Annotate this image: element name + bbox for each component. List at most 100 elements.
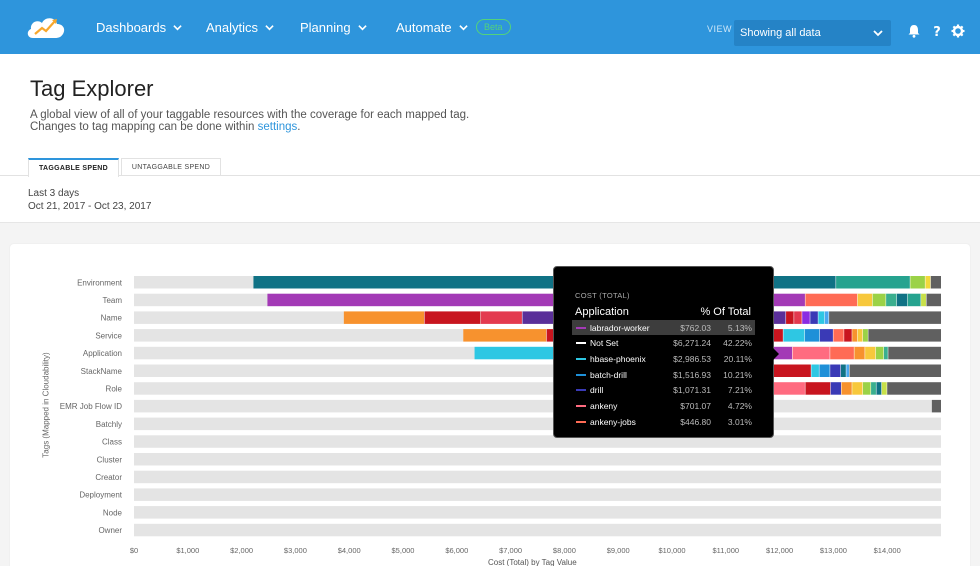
- bar-segment[interactable]: [910, 276, 926, 289]
- tooltip-row-cost: $6,271.24: [673, 338, 711, 349]
- bar-segment[interactable]: [849, 364, 941, 378]
- bar-segment[interactable]: [824, 311, 830, 324]
- legend-swatch: [576, 389, 586, 392]
- bar-segment[interactable]: [921, 293, 927, 307]
- bar-segment[interactable]: [886, 293, 897, 307]
- bar-segment[interactable]: [836, 276, 911, 289]
- tooltip-row: ankeny $701.07 4.72%: [572, 399, 755, 414]
- bar-segment[interactable]: [868, 329, 941, 342]
- bar-segment[interactable]: [857, 293, 873, 307]
- bar-segment[interactable]: [871, 382, 877, 395]
- bar-segment[interactable]: [805, 293, 858, 307]
- bar-segment[interactable]: [768, 364, 812, 378]
- bar-segment[interactable]: [424, 311, 482, 324]
- tooltip-col-name: Application: [575, 306, 629, 318]
- bar-segment[interactable]: [876, 382, 882, 395]
- bar-segment[interactable]: [833, 329, 845, 342]
- bar-segment[interactable]: [134, 470, 941, 484]
- bar-segment[interactable]: [881, 382, 888, 395]
- bar-segment[interactable]: [841, 382, 853, 395]
- bar-segment[interactable]: [768, 382, 806, 395]
- tooltip-pointer: [773, 348, 779, 360]
- bar-segment[interactable]: [134, 506, 941, 519]
- bar-segment[interactable]: [134, 523, 941, 537]
- bar-segment[interactable]: [786, 311, 795, 324]
- bar-segment[interactable]: [844, 329, 853, 342]
- bar-segment[interactable]: [888, 346, 941, 360]
- bar-segment[interactable]: [819, 329, 834, 342]
- bar-segment[interactable]: [811, 364, 820, 378]
- bar-segment[interactable]: [887, 382, 941, 395]
- bar-segment[interactable]: [794, 311, 803, 324]
- bar-segment[interactable]: [931, 399, 941, 413]
- x-tick-label: $11,000: [713, 546, 740, 555]
- bar-segment[interactable]: [481, 311, 523, 324]
- bar-segment[interactable]: [854, 346, 866, 360]
- bar-segment[interactable]: [883, 346, 889, 360]
- bar-segment[interactable]: [805, 382, 831, 395]
- bar-segment[interactable]: [840, 364, 847, 378]
- tooltip-row-cost: $1,516.93: [673, 369, 711, 380]
- tooltip-row-name: labrador-worker: [590, 322, 650, 333]
- bar-segment[interactable]: [134, 346, 475, 360]
- bar-segment[interactable]: [862, 382, 872, 395]
- bar-segment[interactable]: [134, 417, 941, 431]
- bar-segment[interactable]: [852, 382, 863, 395]
- bar-segment[interactable]: [134, 399, 932, 413]
- bar-segment[interactable]: [830, 382, 842, 395]
- chart-tooltip: COST (TOTAL) Application % Of Total labr…: [553, 266, 774, 438]
- bar-segment[interactable]: [783, 329, 805, 342]
- bar-segment[interactable]: [818, 311, 825, 324]
- x-tick-label: $0: [130, 546, 138, 555]
- bar-segment[interactable]: [926, 293, 941, 307]
- tooltip-row-name: ankeny: [590, 401, 618, 411]
- y-axis-label: Tags (Mapped in Cloudability): [41, 352, 51, 458]
- y-tick-label: Cluster: [97, 455, 123, 464]
- bar-segment[interactable]: [829, 311, 941, 324]
- bar-segment[interactable]: [134, 453, 941, 466]
- bar-segment[interactable]: [134, 311, 344, 324]
- bar-segment[interactable]: [804, 329, 820, 342]
- bar-segment[interactable]: [134, 435, 941, 448]
- bar-segment[interactable]: [875, 346, 884, 360]
- bar-segment[interactable]: [857, 329, 863, 342]
- y-tick-label: StackName: [81, 367, 123, 376]
- bar-segment[interactable]: [810, 311, 819, 324]
- bar-segment[interactable]: [802, 311, 811, 324]
- bar-segment[interactable]: [134, 293, 268, 307]
- bar-segment[interactable]: [862, 329, 869, 342]
- tooltip-row-pct: 7.21%: [727, 385, 752, 396]
- x-tick-label: $12,000: [766, 546, 793, 555]
- tooltip-row-pct: 20.11%: [723, 353, 752, 364]
- legend-swatch: [576, 342, 586, 345]
- bar-segment[interactable]: [872, 293, 887, 307]
- y-tick-label: Creator: [95, 473, 122, 482]
- bar-segment[interactable]: [343, 311, 425, 324]
- tooltip-row-pct: 10.21%: [723, 369, 752, 380]
- bar-segment[interactable]: [907, 293, 922, 307]
- tooltip-row: drill $1,071.31 7.21%: [572, 383, 755, 398]
- legend-swatch: [576, 357, 586, 360]
- bar-segment[interactable]: [134, 488, 941, 501]
- x-tick-label: $7,000: [499, 546, 522, 555]
- bar-segment[interactable]: [896, 293, 908, 307]
- bar-segment[interactable]: [852, 329, 858, 342]
- bar-segment[interactable]: [865, 346, 876, 360]
- bar-segment[interactable]: [830, 364, 841, 378]
- bar-segment[interactable]: [830, 346, 855, 360]
- x-tick-label: $9,000: [607, 546, 630, 555]
- bar-segment[interactable]: [463, 329, 547, 342]
- tooltip-row-cost: $701.07: [680, 401, 711, 411]
- y-tick-label: Deployment: [79, 491, 122, 500]
- bar-segment[interactable]: [925, 276, 931, 289]
- y-tick-label: Team: [102, 296, 122, 305]
- bar-segment[interactable]: [819, 364, 831, 378]
- bar-segment[interactable]: [134, 276, 254, 289]
- bar-segment[interactable]: [134, 329, 464, 342]
- tooltip-row-name: batch-drill: [590, 369, 627, 380]
- bar-segment[interactable]: [792, 346, 831, 360]
- legend-swatch: [576, 420, 586, 423]
- y-tick-label: Application: [83, 349, 122, 358]
- x-tick-label: $2,000: [230, 546, 253, 555]
- bar-segment[interactable]: [930, 276, 941, 289]
